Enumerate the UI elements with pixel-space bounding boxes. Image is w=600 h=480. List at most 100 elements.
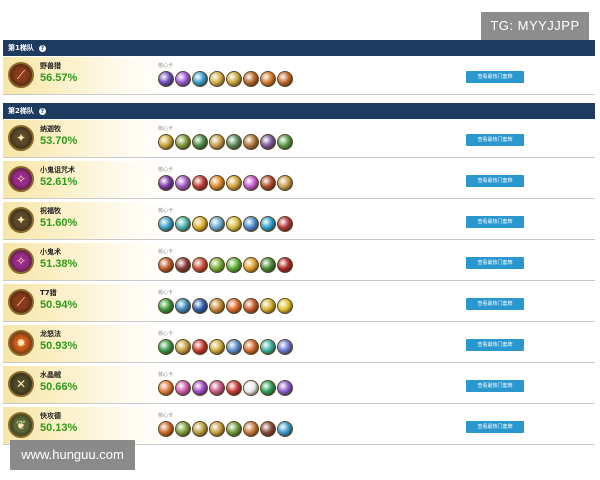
card-icon[interactable] [175,421,191,437]
card-icon[interactable] [158,380,174,396]
card-icon[interactable] [192,380,208,396]
card-icon[interactable] [209,71,225,87]
view-hot-deck-button[interactable]: 查看最热门套牌 [466,380,524,392]
card-icon[interactable] [175,298,191,314]
deck-row[interactable]: ✧ 小鬼术 51.38% 核心卡 查看最热门套牌 [3,243,595,281]
card-icon[interactable] [260,257,276,273]
card-icon[interactable] [243,216,259,232]
card-icon[interactable] [175,216,191,232]
view-hot-deck-button[interactable]: 查看最热门套牌 [466,339,524,351]
card-icon[interactable] [226,71,242,87]
deck-row[interactable]: ✹ 龙怒法 50.93% 核心卡 查看最热门套牌 [3,325,595,363]
card-icon[interactable] [243,71,259,87]
help-icon[interactable]: ? [38,44,46,52]
view-hot-deck-button[interactable]: 查看最热门套牌 [466,134,524,146]
card-icon[interactable] [175,175,191,191]
card-icon[interactable] [226,421,242,437]
card-icon[interactable] [158,134,174,150]
deck-row[interactable]: ✧ 小鬼诅咒术 52.61% 核心卡 查看最热门套牌 [3,161,595,199]
card-icon[interactable] [260,134,276,150]
deck-name[interactable]: 祝福牧 [40,206,61,216]
view-hot-deck-button[interactable]: 查看最热门套牌 [466,298,524,310]
card-icon[interactable] [277,380,293,396]
card-icon[interactable] [260,216,276,232]
deck-name[interactable]: 小鬼术 [40,247,61,257]
view-hot-deck-button[interactable]: 查看最热门套牌 [466,216,524,228]
deck-name[interactable]: 纳迦牧 [40,124,61,134]
card-icon[interactable] [277,421,293,437]
card-icon[interactable] [226,380,242,396]
deck-name[interactable]: 龙怒法 [40,329,61,339]
card-icon[interactable] [243,298,259,314]
card-icon[interactable] [175,71,191,87]
card-icon[interactable] [158,71,174,87]
deck-row[interactable]: ⟋ 野兽猎 56.57% 核心卡 查看最热门套牌 [3,57,595,95]
card-icon[interactable] [260,298,276,314]
deck-row[interactable]: ✦ 祝福牧 51.60% 核心卡 查看最热门套牌 [3,202,595,240]
card-icon[interactable] [175,134,191,150]
card-icon[interactable] [209,298,225,314]
card-icon[interactable] [260,71,276,87]
card-icon[interactable] [209,421,225,437]
card-icon[interactable] [243,339,259,355]
deck-name[interactable]: 水晶贼 [40,370,61,380]
card-icon[interactable] [243,134,259,150]
card-icon[interactable] [192,298,208,314]
deck-name[interactable]: T7猎 [40,288,57,298]
card-icon[interactable] [158,421,174,437]
help-icon[interactable]: ? [38,107,46,115]
card-icon[interactable] [209,380,225,396]
view-hot-deck-button[interactable]: 查看最热门套牌 [466,175,524,187]
card-icon[interactable] [226,175,242,191]
card-icon[interactable] [243,257,259,273]
card-icon[interactable] [277,216,293,232]
card-icon[interactable] [243,421,259,437]
card-icon[interactable] [192,216,208,232]
card-icon[interactable] [158,175,174,191]
card-icon[interactable] [158,257,174,273]
card-icon[interactable] [277,339,293,355]
card-icon[interactable] [175,339,191,355]
card-icon[interactable] [260,380,276,396]
card-icon[interactable] [209,257,225,273]
card-icon[interactable] [209,339,225,355]
deck-name[interactable]: 小鬼诅咒术 [40,165,75,175]
deck-name[interactable]: 快攻德 [40,411,61,421]
card-icon[interactable] [277,298,293,314]
card-icon[interactable] [226,134,242,150]
card-icon[interactable] [226,257,242,273]
card-icon[interactable] [192,421,208,437]
card-icon[interactable] [158,216,174,232]
card-icon[interactable] [226,298,242,314]
card-icon[interactable] [209,216,225,232]
card-icon[interactable] [175,257,191,273]
card-icon[interactable] [260,421,276,437]
view-hot-deck-button[interactable]: 查看最热门套牌 [466,71,524,83]
card-icon[interactable] [192,339,208,355]
card-icon[interactable] [175,380,191,396]
deck-row[interactable]: ✦ 纳迦牧 53.70% 核心卡 查看最热门套牌 [3,120,595,158]
view-hot-deck-button[interactable]: 查看最热门套牌 [466,421,524,433]
card-icon[interactable] [192,134,208,150]
card-icon[interactable] [158,339,174,355]
card-icon[interactable] [158,298,174,314]
card-icon[interactable] [209,134,225,150]
card-icon[interactable] [192,71,208,87]
deck-name[interactable]: 野兽猎 [40,61,61,71]
card-icon[interactable] [277,175,293,191]
card-icon[interactable] [192,257,208,273]
card-icon[interactable] [192,175,208,191]
card-icon[interactable] [277,134,293,150]
card-icon[interactable] [226,216,242,232]
card-icon[interactable] [209,175,225,191]
card-icon[interactable] [260,339,276,355]
card-icon[interactable] [226,339,242,355]
card-icon[interactable] [243,175,259,191]
view-hot-deck-button[interactable]: 查看最热门套牌 [466,257,524,269]
deck-row[interactable]: ⟋ T7猎 50.94% 核心卡 查看最热门套牌 [3,284,595,322]
card-icon[interactable] [243,380,259,396]
card-icon[interactable] [277,71,293,87]
deck-row[interactable]: ✕ 水晶贼 50.66% 核心卡 查看最热门套牌 [3,366,595,404]
card-icon[interactable] [277,257,293,273]
card-icon[interactable] [260,175,276,191]
